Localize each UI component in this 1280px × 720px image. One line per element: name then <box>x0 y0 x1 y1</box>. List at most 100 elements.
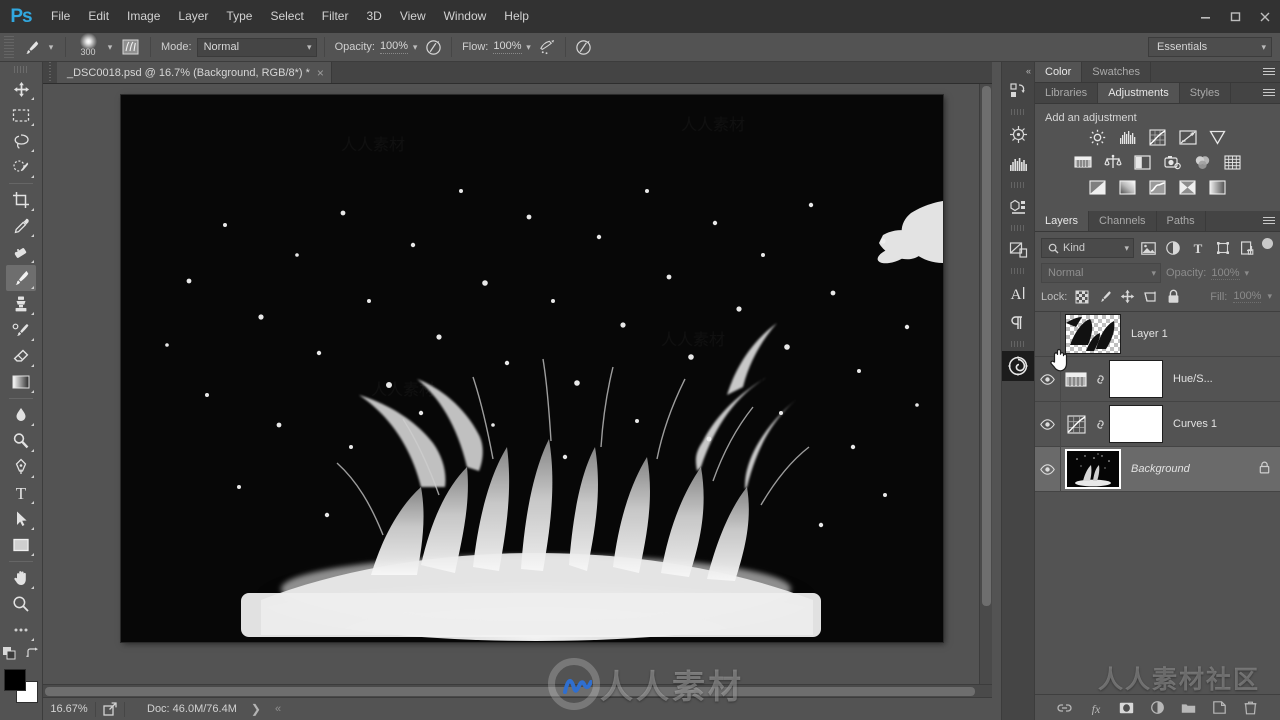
foreground-color-swatch[interactable] <box>4 669 26 691</box>
lasso-tool[interactable] <box>6 128 36 154</box>
path-selection-tool[interactable] <box>6 506 36 532</box>
menu-file[interactable]: File <box>42 0 79 33</box>
canvas-vertical-scrollbar[interactable] <box>979 84 992 697</box>
brush-size-preview[interactable]: 300 <box>73 33 103 60</box>
black-white-icon[interactable] <box>1133 153 1153 171</box>
canvas-horizontal-scrollbar[interactable] <box>43 684 992 697</box>
lock-transparent-pixels-icon[interactable] <box>1073 288 1090 305</box>
menu-edit[interactable]: Edit <box>79 0 118 33</box>
blend-mode-select[interactable]: Normal ▾ <box>196 37 317 57</box>
brush-settings-icon[interactable] <box>117 36 143 58</box>
brush-tool[interactable] <box>6 265 36 291</box>
tab-channels[interactable]: Channels <box>1089 211 1157 231</box>
menu-select[interactable]: Select <box>261 0 312 33</box>
history-icon[interactable] <box>1002 76 1034 106</box>
curves-icon[interactable] <box>1148 128 1168 146</box>
chevron-down-icon[interactable]: ▾ <box>1245 268 1250 279</box>
layer-mask-link-icon[interactable] <box>1091 402 1109 447</box>
filter-smart-object-icon[interactable] <box>1237 238 1258 258</box>
chevron-down-icon[interactable]: ▾ <box>1267 291 1272 302</box>
rail-group-grip[interactable] <box>1011 182 1025 188</box>
swap-colors-icon[interactable] <box>26 647 39 663</box>
posterize-icon[interactable] <box>1118 178 1138 196</box>
options-bar-grip[interactable] <box>4 36 14 58</box>
lock-all-icon[interactable] <box>1165 288 1182 305</box>
tab-paths[interactable]: Paths <box>1157 211 1206 231</box>
tab-swatches[interactable]: Swatches <box>1082 62 1151 82</box>
zoom-tool[interactable] <box>6 591 36 617</box>
quick-selection-tool[interactable] <box>6 154 36 180</box>
eyedropper-tool[interactable] <box>6 213 36 239</box>
eraser-tool[interactable] <box>6 343 36 369</box>
layer-mask-thumbnail[interactable] <box>1109 360 1163 398</box>
hue-saturation-icon[interactable] <box>1073 153 1093 171</box>
scrollbar-thumb[interactable] <box>982 86 991 606</box>
chevron-left-icon[interactable]: « <box>275 703 281 715</box>
maximize-icon[interactable] <box>1220 0 1250 33</box>
pressure-opacity-icon[interactable] <box>422 36 444 58</box>
camera-raw-icon[interactable] <box>1002 351 1034 381</box>
filter-adjustment-icon[interactable] <box>1163 238 1184 258</box>
tab-adjustments[interactable]: Adjustments <box>1098 83 1180 103</box>
move-tool[interactable] <box>6 76 36 102</box>
menu-3d[interactable]: 3D <box>357 0 390 33</box>
flow-value[interactable]: 100% <box>493 40 522 54</box>
panel-menu-icon[interactable] <box>1258 83 1280 103</box>
airbrush-icon[interactable] <box>536 36 558 58</box>
new-adjustment-layer-icon[interactable] <box>1150 700 1166 716</box>
new-group-icon[interactable] <box>1181 700 1197 716</box>
close-icon[interactable]: × <box>317 67 324 79</box>
rail-group-grip[interactable] <box>1011 268 1025 274</box>
brightness-contrast-icon[interactable] <box>1088 128 1108 146</box>
properties-icon[interactable] <box>1002 192 1034 222</box>
adjustment-layer-thumbnail[interactable] <box>1061 357 1091 402</box>
threshold-icon[interactable] <box>1148 178 1168 196</box>
rail-group-grip[interactable] <box>1011 225 1025 231</box>
brush-icon[interactable] <box>18 36 44 58</box>
menu-view[interactable]: View <box>391 0 435 33</box>
pressure-size-icon[interactable] <box>573 36 595 58</box>
layer-row-curves-1[interactable]: Curves 1 <box>1035 401 1280 447</box>
levels-icon[interactable] <box>1118 128 1138 146</box>
menu-help[interactable]: Help <box>495 0 538 33</box>
lock-position-icon[interactable] <box>1119 288 1136 305</box>
history-brush-tool[interactable] <box>6 317 36 343</box>
color-wheel-icon[interactable] <box>1002 119 1034 149</box>
rail-group-grip[interactable] <box>1011 341 1025 347</box>
edit-toolbar-button[interactable] <box>6 617 36 643</box>
close-icon[interactable] <box>1250 0 1280 33</box>
menu-image[interactable]: Image <box>118 0 169 33</box>
share-icon[interactable] <box>96 702 124 716</box>
invert-icon[interactable] <box>1088 178 1108 196</box>
menu-type[interactable]: Type <box>217 0 261 33</box>
layer-name[interactable]: Background <box>1131 463 1190 475</box>
document-tab[interactable]: _DSC0018.psd @ 16.7% (Background, RGB/8*… <box>57 62 332 83</box>
delete-layer-icon[interactable] <box>1243 700 1259 716</box>
dodge-tool[interactable] <box>6 428 36 454</box>
character-icon[interactable]: A <box>1002 278 1034 308</box>
horizontal-type-tool[interactable]: T <box>6 480 36 506</box>
vibrance-icon[interactable] <box>1208 128 1228 146</box>
layer-thumbnail[interactable] <box>1065 449 1121 489</box>
layer-thumbnail[interactable] <box>1065 314 1121 354</box>
panel-menu-icon[interactable] <box>1258 211 1280 231</box>
layer-comps-icon[interactable] <box>1002 235 1034 265</box>
layer-visibility-toggle[interactable] <box>1035 446 1061 492</box>
layer-row-background[interactable]: Background <box>1035 446 1280 492</box>
channel-mixer-icon[interactable] <box>1193 153 1213 171</box>
workspace-selector[interactable]: Essentials ▾ <box>1148 37 1272 57</box>
gradient-map-icon[interactable] <box>1178 178 1198 196</box>
chevron-right-icon[interactable]: ❯ <box>251 702 261 716</box>
layer-filter-kind-select[interactable]: Kind ▾ <box>1041 238 1135 258</box>
expand-panels-icon[interactable]: « <box>1026 66 1031 76</box>
paragraph-icon[interactable] <box>1002 308 1034 338</box>
pen-tool[interactable] <box>6 454 36 480</box>
add-layer-mask-icon[interactable] <box>1119 700 1135 716</box>
menu-layer[interactable]: Layer <box>169 0 217 33</box>
tab-color[interactable]: Color <box>1035 62 1083 82</box>
new-layer-icon[interactable] <box>1212 700 1228 716</box>
adjustment-layer-thumbnail[interactable] <box>1061 402 1091 447</box>
brush-preset-caret-icon[interactable]: ▾ <box>44 36 58 58</box>
filter-type-icon[interactable]: T <box>1188 238 1209 258</box>
filter-pixel-icon[interactable] <box>1138 238 1159 258</box>
